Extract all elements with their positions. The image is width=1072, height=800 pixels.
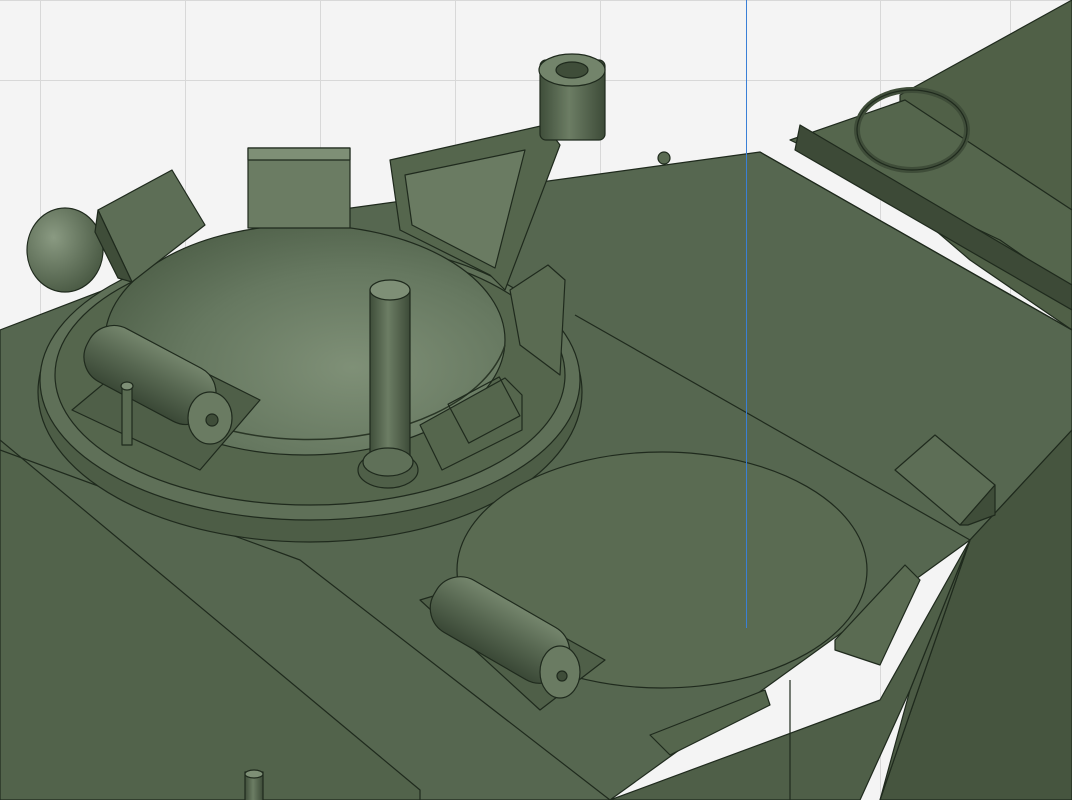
cad-3d-viewport[interactable] <box>0 0 1072 800</box>
model-scene <box>0 0 1072 800</box>
side-ball-mount <box>26 207 104 293</box>
